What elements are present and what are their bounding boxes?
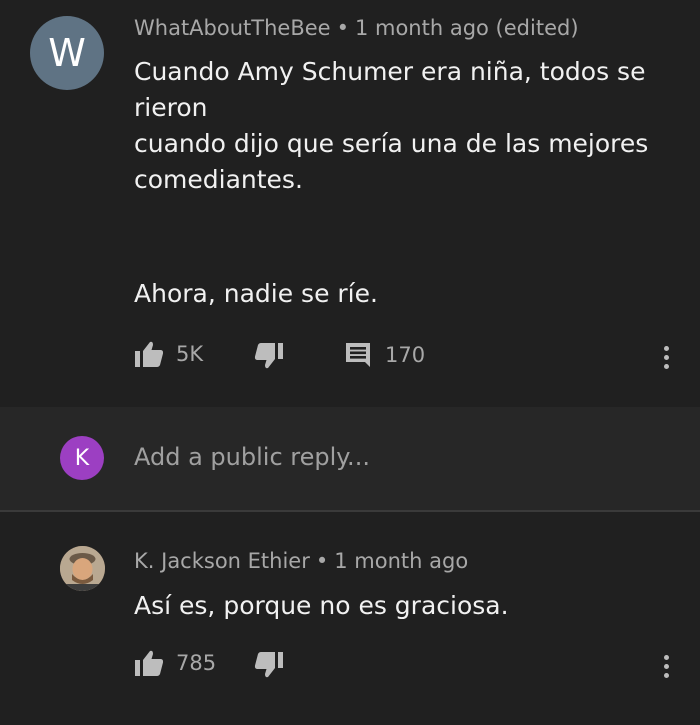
comment-text: Cuando Amy Schumer era niña, todos se ri…	[134, 57, 649, 194]
avatar-letter: W	[48, 31, 86, 75]
top-comment: W WhatAboutTheBee • 1 month ago (edited) C…	[0, 0, 700, 407]
author-name[interactable]: WhatAboutTheBee	[134, 16, 331, 40]
comment-actions: 5K 170	[0, 340, 700, 370]
author-avatar[interactable]: W	[30, 16, 104, 90]
dislike-button[interactable]	[254, 342, 284, 370]
reply-count: 170	[385, 343, 426, 367]
avatar-letter: K	[74, 445, 90, 471]
comment-actions: 785	[0, 649, 700, 679]
thumbs-down-icon	[254, 652, 283, 678]
thumbs-up-icon	[135, 650, 164, 676]
author-avatar[interactable]	[60, 546, 105, 591]
reply-comment: K. Jackson Ethier • 1 month ago Así es, po…	[0, 512, 700, 725]
user-photo-icon	[60, 546, 105, 591]
reply-box: K	[0, 407, 700, 512]
like-count: 785	[176, 651, 217, 675]
comment-meta: K. Jackson Ethier • 1 month ago	[134, 549, 468, 573]
comment-time[interactable]: 1 month ago (edited)	[355, 16, 579, 40]
thumbs-up-icon	[135, 341, 164, 367]
like-button[interactable]: 785	[134, 649, 216, 677]
thumbs-down-icon	[254, 343, 283, 369]
comment-text: Así es, porque no es graciosa.	[134, 591, 509, 620]
separator-dot: •	[336, 16, 349, 40]
dislike-button[interactable]	[254, 651, 284, 679]
reply-input[interactable]	[134, 443, 654, 471]
comment-meta: WhatAboutTheBee • 1 month ago (edited)	[134, 16, 579, 40]
current-user-avatar: K	[60, 436, 104, 480]
separator-dot: •	[315, 549, 329, 573]
comment-text-continued: Ahora, nadie se ríe.	[134, 279, 378, 308]
more-vert-icon[interactable]	[656, 342, 676, 372]
like-count: 5K	[176, 342, 204, 366]
author-name[interactable]: K. Jackson Ethier	[134, 549, 310, 573]
comment-icon	[346, 343, 370, 367]
like-button[interactable]: 5K	[134, 340, 203, 368]
more-vert-icon[interactable]	[656, 651, 676, 681]
replies-button[interactable]: 170	[345, 342, 425, 368]
comment-time[interactable]: 1 month ago	[334, 549, 468, 573]
